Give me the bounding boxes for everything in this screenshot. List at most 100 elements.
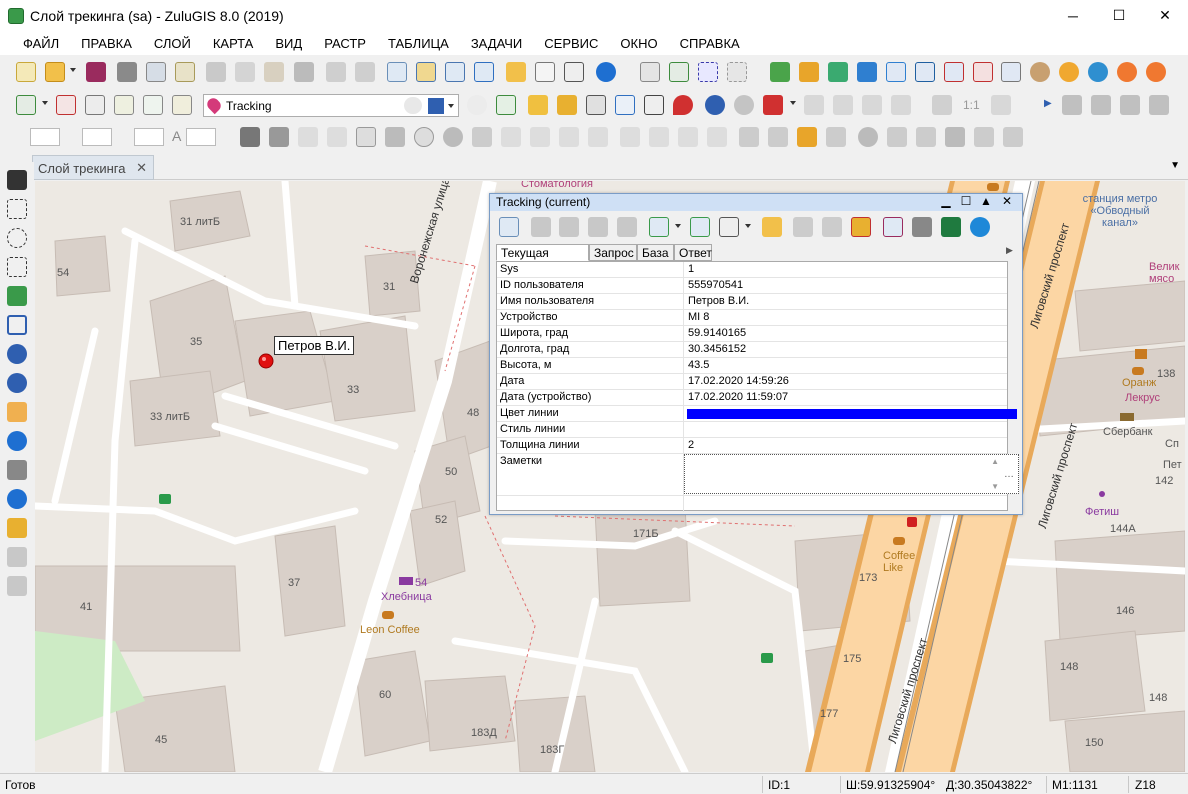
- report-icon[interactable]: [640, 62, 660, 82]
- menu-service[interactable]: СЕРВИС: [533, 36, 609, 51]
- grid-row[interactable]: Толщина линии 2: [497, 438, 1007, 454]
- record-list-icon[interactable]: [499, 217, 519, 237]
- document-tab[interactable]: Слой трекинга ✕: [32, 155, 154, 180]
- overflow-arrow-icon[interactable]: ▶: [1044, 98, 1052, 109]
- redo-icon[interactable]: [355, 62, 375, 82]
- filter-remove-icon[interactable]: [7, 576, 27, 596]
- grid-row[interactable]: Sys 1: [497, 262, 1007, 278]
- save-record-icon[interactable]: [793, 217, 813, 237]
- grid-row[interactable]: Долгота, град 30.3456152: [497, 342, 1007, 358]
- last-record-icon[interactable]: [617, 217, 637, 237]
- delete-record-icon[interactable]: [851, 217, 871, 237]
- sum-add-icon[interactable]: [678, 127, 698, 147]
- grid-row[interactable]: Устройство MI 8: [497, 310, 1007, 326]
- layer-check-icon[interactable]: [143, 95, 163, 115]
- s-circle-icon[interactable]: [1117, 62, 1137, 82]
- geocode-filter-icon[interactable]: [496, 95, 516, 115]
- table-icon[interactable]: [445, 62, 465, 82]
- poi-orange[interactable]: Оранж: [1122, 377, 1156, 389]
- draw-filled-rect-icon[interactable]: [385, 127, 405, 147]
- new-icon[interactable]: [16, 62, 36, 82]
- chart-red-icon[interactable]: [944, 62, 964, 82]
- poi-coffee-like[interactable]: Coffee Like: [883, 550, 923, 574]
- refresh-icon[interactable]: [690, 217, 710, 237]
- grid-value[interactable]: Петров В.И.: [688, 295, 749, 307]
- zoom-extent-icon[interactable]: [7, 315, 27, 335]
- table-search-icon[interactable]: [564, 62, 584, 82]
- draw-filled-circle-icon[interactable]: [443, 127, 463, 147]
- grid-value[interactable]: 555970541: [688, 279, 743, 291]
- add-record-icon[interactable]: [822, 217, 842, 237]
- circle-select-icon[interactable]: [7, 228, 27, 248]
- undo-icon[interactable]: [326, 62, 346, 82]
- export-icon[interactable]: [175, 62, 195, 82]
- table-binoculars-icon[interactable]: [586, 95, 606, 115]
- binoculars-icon[interactable]: [528, 95, 548, 115]
- grid-value[interactable]: 2: [688, 439, 694, 451]
- measure-icon[interactable]: [763, 95, 783, 115]
- browser-icon[interactable]: [970, 217, 990, 237]
- tracking-minimize-button[interactable]: ▁: [937, 194, 955, 208]
- layer-settings-icon[interactable]: [85, 95, 105, 115]
- grid-value[interactable]: 30.3456152: [688, 343, 746, 355]
- identify-icon[interactable]: [7, 460, 27, 480]
- tab-query[interactable]: Запрос: [589, 244, 637, 261]
- tracking-rollup-button[interactable]: ▲: [977, 194, 995, 208]
- maximize-button[interactable]: ☐: [1096, 0, 1142, 31]
- grid-row[interactable]: Заметки ▲ ▼ …: [497, 454, 1019, 496]
- cut-icon[interactable]: [206, 62, 226, 82]
- line-color-swatch[interactable]: [687, 409, 1017, 419]
- fill-style-input[interactable]: [82, 128, 112, 146]
- copy-icon[interactable]: [235, 62, 255, 82]
- info-icon[interactable]: [7, 431, 27, 451]
- tracking-close-button[interactable]: ✕: [998, 194, 1016, 208]
- tab-menu-arrow-icon[interactable]: ▼: [1170, 160, 1180, 171]
- tracking-window-titlebar[interactable]: Tracking (current) ▁ ☐ ▲ ✕: [490, 194, 1022, 211]
- chart-alert-icon[interactable]: [973, 62, 993, 82]
- grid-value[interactable]: 43.5: [688, 359, 709, 371]
- report-record-icon[interactable]: [883, 217, 903, 237]
- add-node-icon[interactable]: [620, 127, 640, 147]
- chart-profile-icon[interactable]: [915, 62, 935, 82]
- table-open-icon[interactable]: [416, 62, 436, 82]
- save-icon[interactable]: [86, 62, 106, 82]
- scale-zoom-icon[interactable]: [991, 95, 1011, 115]
- graph-icon[interactable]: [828, 62, 848, 82]
- zoom-out-icon[interactable]: [7, 373, 27, 393]
- draw-curve-icon[interactable]: [327, 127, 347, 147]
- grid-row[interactable]: ID пользователя 555970541: [497, 278, 1007, 294]
- location-pin-icon[interactable]: [673, 95, 693, 115]
- minimize-button[interactable]: ─: [1050, 0, 1096, 31]
- t-circle-icon[interactable]: [1146, 62, 1166, 82]
- database-edit-icon[interactable]: [506, 62, 526, 82]
- pointer-icon[interactable]: [240, 127, 260, 147]
- copy-layer-icon[interactable]: [862, 95, 882, 115]
- draw-hourglass-icon[interactable]: [559, 127, 579, 147]
- paste-layer-icon[interactable]: [891, 95, 911, 115]
- chart-line-icon[interactable]: [886, 62, 906, 82]
- polygon-select-icon[interactable]: [7, 257, 27, 277]
- zoom-in-icon[interactable]: [7, 344, 27, 364]
- sync-dropdown[interactable]: [675, 224, 681, 228]
- flow-icon[interactable]: [857, 62, 877, 82]
- grid-value[interactable]: 1: [688, 263, 694, 275]
- zoom-record-icon[interactable]: [719, 217, 739, 237]
- menu-table[interactable]: ТАБЛИЦА: [377, 36, 460, 51]
- shape-4-icon[interactable]: [1149, 95, 1169, 115]
- poi-khlebnitsa[interactable]: Хлебница: [381, 591, 432, 603]
- poi-sberbank[interactable]: Сбербанк: [1103, 426, 1152, 438]
- h-circle-icon[interactable]: [1088, 62, 1108, 82]
- report-check-icon[interactable]: [669, 62, 689, 82]
- explode-icon[interactable]: [974, 127, 994, 147]
- menu-raster[interactable]: РАСТР: [313, 36, 377, 51]
- draw-circle-icon[interactable]: [414, 127, 434, 147]
- layer-add-icon[interactable]: [16, 95, 36, 115]
- notes-scroll-up-icon[interactable]: ▲: [991, 457, 999, 466]
- poi-stomatology[interactable]: Стоматология: [521, 181, 593, 190]
- tab-current-record[interactable]: Текущая запись: [496, 244, 589, 274]
- menu-layer[interactable]: СЛОЙ: [143, 36, 202, 51]
- grid-value[interactable]: 59.9140165: [688, 327, 746, 339]
- menu-tasks[interactable]: ЗАДАЧИ: [460, 36, 533, 51]
- first-record-icon[interactable]: [531, 217, 551, 237]
- d-circle-icon[interactable]: [1030, 62, 1050, 82]
